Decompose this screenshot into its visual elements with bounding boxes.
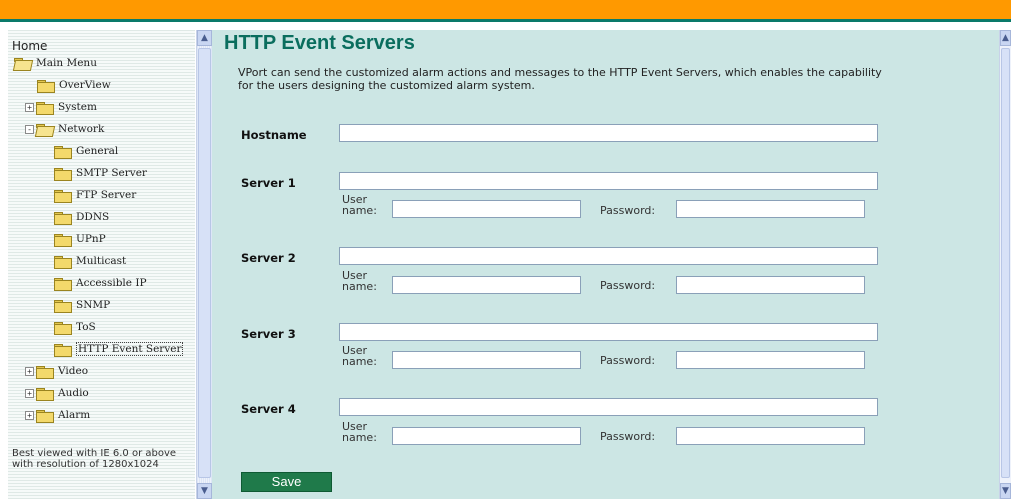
tree-item-upnp[interactable]: UPnP: [54, 230, 106, 248]
folder-icon: [54, 167, 72, 181]
server-3-label: Server 3: [241, 327, 296, 341]
server-2-url-input[interactable]: [339, 247, 878, 265]
folder-icon: [54, 277, 72, 291]
server-3-password-label: Password:: [600, 354, 656, 367]
server-1-user-label: User name:: [342, 193, 377, 217]
server-2-username-input[interactable]: [392, 276, 581, 294]
server-2-password-input[interactable]: [676, 276, 865, 294]
server-4-username-input[interactable]: [392, 427, 581, 445]
tree-item-audio[interactable]: + Audio: [25, 384, 89, 402]
server-1-url-input[interactable]: [339, 172, 878, 190]
folder-icon: [54, 233, 72, 247]
server-2-user-label: User name:: [342, 269, 377, 293]
server-1-label: Server 1: [241, 176, 296, 190]
tree-label: SNMP: [76, 299, 111, 311]
scrollbar-thumb[interactable]: [198, 48, 211, 478]
folder-icon: [36, 101, 54, 115]
tree-item-network[interactable]: - Network: [25, 120, 104, 138]
tree-item-smtp-server[interactable]: SMTP Server: [54, 164, 147, 182]
folder-icon: [54, 189, 72, 203]
tree-item-general[interactable]: General: [54, 142, 118, 160]
tree-label: DDNS: [76, 211, 110, 223]
nav-scrollbar[interactable]: ▲ ▼: [196, 30, 212, 499]
folder-icon: [36, 409, 54, 423]
server-4-url-input[interactable]: [339, 398, 878, 416]
page-description: VPort can send the customized alarm acti…: [238, 66, 882, 92]
hostname-input[interactable]: [339, 124, 878, 142]
tree-label: FTP Server: [76, 189, 137, 201]
tree-label: General: [76, 145, 119, 157]
content-frame: HTTP Event Servers VPort can send the cu…: [212, 30, 999, 499]
server-4-password-input[interactable]: [676, 427, 865, 445]
nav-home-link[interactable]: Home: [12, 39, 47, 53]
folder-open-icon: [36, 123, 52, 135]
tree-item-ddns[interactable]: DDNS: [54, 208, 109, 226]
server-4-password-label: Password:: [600, 430, 656, 443]
navigation-frame: Home Main Menu OverView + System - Netwo…: [8, 30, 212, 499]
folder-icon: [54, 321, 72, 335]
scroll-up-arrow-icon[interactable]: ▲: [1000, 30, 1011, 46]
top-banner: [0, 0, 1011, 22]
server-3-url-input[interactable]: [339, 323, 878, 341]
scroll-up-arrow-icon[interactable]: ▲: [197, 30, 212, 46]
folder-icon: [54, 145, 72, 159]
tree-label: OverView: [59, 79, 111, 91]
server-1-username-input[interactable]: [392, 200, 581, 218]
tree-label: Alarm: [58, 409, 91, 421]
server-3-password-input[interactable]: [676, 351, 865, 369]
browser-recommendation-note: Best viewed with IE 6.0 or above with re…: [12, 448, 177, 470]
folder-open-icon: [14, 57, 30, 69]
tree-item-video[interactable]: + Video: [25, 362, 88, 380]
tree-item-overview[interactable]: OverView: [37, 76, 111, 94]
folder-icon: [54, 211, 72, 225]
server-3-user-label: User name:: [342, 344, 377, 368]
tree-label: UPnP: [76, 233, 106, 245]
tree-item-http-event-server[interactable]: HTTP Event Server: [54, 340, 184, 358]
tree-label: System: [58, 101, 97, 113]
navigation-tree: Home Main Menu OverView + System - Netwo…: [8, 30, 195, 499]
tree-label: Video: [58, 365, 89, 377]
tree-item-system[interactable]: + System: [25, 98, 97, 116]
folder-icon: [36, 387, 54, 401]
scroll-down-arrow-icon[interactable]: ▼: [1000, 483, 1011, 499]
scrollbar-thumb[interactable]: [1001, 48, 1010, 478]
server-3-username-input[interactable]: [392, 351, 581, 369]
tree-label: Network: [58, 123, 105, 135]
tree-item-main-menu[interactable]: Main Menu: [14, 54, 97, 72]
folder-icon: [54, 255, 72, 269]
expand-plus-icon[interactable]: +: [25, 388, 34, 398]
scroll-down-arrow-icon[interactable]: ▼: [197, 483, 212, 499]
server-2-password-label: Password:: [600, 279, 656, 292]
server-2-label: Server 2: [241, 251, 296, 265]
server-4-label: Server 4: [241, 402, 296, 416]
expand-plus-icon[interactable]: +: [25, 102, 34, 112]
server-1-password-label: Password:: [600, 204, 656, 217]
content-scrollbar[interactable]: ▲ ▼: [999, 30, 1011, 499]
server-1-password-input[interactable]: [676, 200, 865, 218]
tree-item-accessible-ip[interactable]: Accessible IP: [54, 274, 147, 292]
tree-item-tos[interactable]: ToS: [54, 318, 96, 336]
collapse-minus-icon[interactable]: -: [25, 124, 34, 134]
tree-item-snmp[interactable]: SNMP: [54, 296, 110, 314]
server-4-user-label: User name:: [342, 420, 377, 444]
tree-label: Audio: [58, 387, 89, 399]
tree-label: Main Menu: [36, 57, 97, 69]
expand-plus-icon[interactable]: +: [25, 366, 34, 376]
folder-icon: [37, 79, 55, 93]
save-button[interactable]: Save: [241, 472, 332, 492]
folder-icon: [54, 299, 72, 313]
tree-item-alarm[interactable]: + Alarm: [25, 406, 90, 424]
tree-label: ToS: [76, 321, 96, 333]
tree-item-multicast[interactable]: Multicast: [54, 252, 126, 270]
tree-label: HTTP Event Server: [76, 342, 184, 356]
page-title: HTTP Event Servers: [224, 32, 415, 54]
tree-label: Accessible IP: [76, 277, 147, 289]
hostname-label: Hostname: [241, 128, 307, 142]
tree-label: Multicast: [76, 255, 127, 267]
tree-item-ftp-server[interactable]: FTP Server: [54, 186, 136, 204]
expand-plus-icon[interactable]: +: [25, 410, 34, 420]
folder-icon: [36, 365, 54, 379]
tree-label: SMTP Server: [76, 167, 147, 179]
folder-icon: [54, 343, 72, 357]
